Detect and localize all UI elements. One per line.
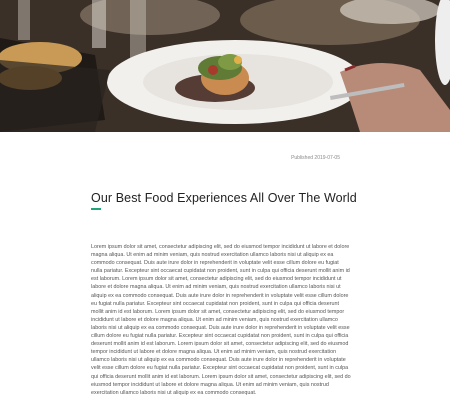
hero-image — [0, 0, 450, 132]
title-accent-bar — [91, 208, 101, 210]
post-body: Lorem ipsum dolor sit amet, consectetur … — [91, 244, 351, 396]
food-photo — [0, 0, 450, 132]
post-date: Published 2019-07-05 — [291, 155, 340, 161]
post-title: Our Best Food Experiences All Over The W… — [91, 191, 357, 205]
